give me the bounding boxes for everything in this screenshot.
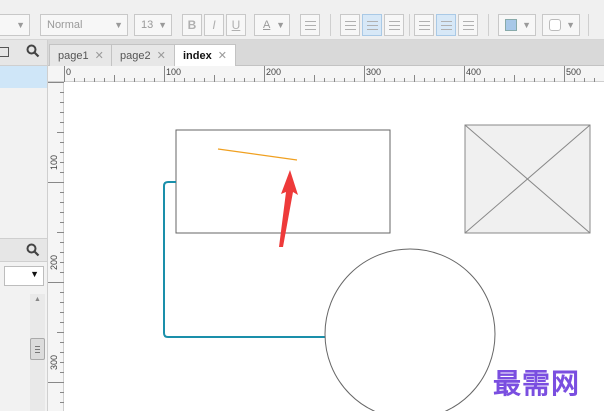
valign-middle-button[interactable] [436,14,456,36]
panel-icon[interactable] [0,47,9,57]
horizontal-ruler: 0 100 200 300 400 500 [48,66,604,82]
font-color-icon: A [263,19,271,31]
text-style-select[interactable]: Normal ▼ [40,14,128,36]
vertical-ruler: 100 200 300 [48,82,64,411]
chevron-down-icon: ▼ [16,20,25,30]
font-family-select[interactable]: ▼ [0,14,30,36]
close-icon[interactable]: ✕ [95,50,104,62]
align-center-icon [366,21,378,31]
ruler-label: 400 [466,67,482,77]
divider [488,14,489,36]
border-style-button[interactable]: ▼ [542,14,580,36]
chevron-down-icon: ▼ [114,20,123,30]
chevron-down-icon: ▼ [30,269,39,279]
font-color-button[interactable]: A ▼ [254,14,290,36]
bold-button[interactable]: B [182,14,202,36]
fill-color-button[interactable]: ▼ [498,14,536,36]
divider [409,14,410,36]
list-icon [304,21,316,31]
font-size-select[interactable]: 13 ▼ [134,14,172,36]
align-center-button[interactable] [362,14,382,36]
left-panel: ▼ ▲ [0,40,48,411]
ruler-label: 100 [166,67,182,77]
align-left-button[interactable] [340,14,360,36]
ruler-label: 200 [49,254,59,270]
selected-page-item[interactable] [0,66,47,88]
valign-middle-icon [440,21,452,31]
format-toolbar: ▼ Normal ▼ 13 ▼ B I U A ▼ ▼ ▼ [0,0,604,40]
tab-page2[interactable]: page2 ✕ [111,44,175,66]
page-tab-bar: page1 ✕ page2 ✕ index ✕ [48,40,604,67]
ruler-label: 500 [566,67,582,77]
bullet-list-button[interactable] [300,14,320,36]
watermark-logo: 最需网 [493,367,581,400]
close-icon[interactable]: ✕ [157,50,166,62]
ruler-label: 0 [66,67,72,77]
valign-top-button[interactable] [414,14,434,36]
italic-button[interactable]: I [204,14,224,36]
ruler-label: 100 [49,154,59,170]
tab-page1[interactable]: page1 ✕ [49,44,113,66]
library-select[interactable]: ▼ [4,266,44,286]
scroll-up-icon[interactable]: ▲ [34,296,41,303]
tab-index[interactable]: index ✕ [174,44,236,67]
border-icon [549,19,561,32]
chevron-down-icon: ▼ [522,20,531,30]
chevron-down-icon: ▼ [158,20,167,30]
divider [330,14,331,36]
search-icon[interactable] [26,44,40,61]
align-left-icon [344,21,356,31]
ruler-label: 200 [266,67,282,77]
chevron-down-icon: ▼ [566,20,575,30]
valign-bottom-button[interactable] [458,14,478,36]
ruler-label: 300 [49,354,59,370]
underline-button[interactable]: U [226,14,246,36]
search-icon[interactable] [26,243,40,260]
align-right-button[interactable] [384,14,404,36]
ruler-label: 300 [366,67,382,77]
masters-panel-header [0,238,47,262]
pages-panel-header [0,40,47,66]
valign-bottom-icon [462,21,474,31]
chevron-down-icon: ▼ [276,20,285,30]
divider [588,14,589,36]
close-icon[interactable]: ✕ [218,50,227,62]
fill-color-icon [505,19,517,32]
valign-top-icon [418,21,430,31]
align-right-icon [388,21,400,31]
scrollbar-thumb[interactable] [30,338,45,360]
